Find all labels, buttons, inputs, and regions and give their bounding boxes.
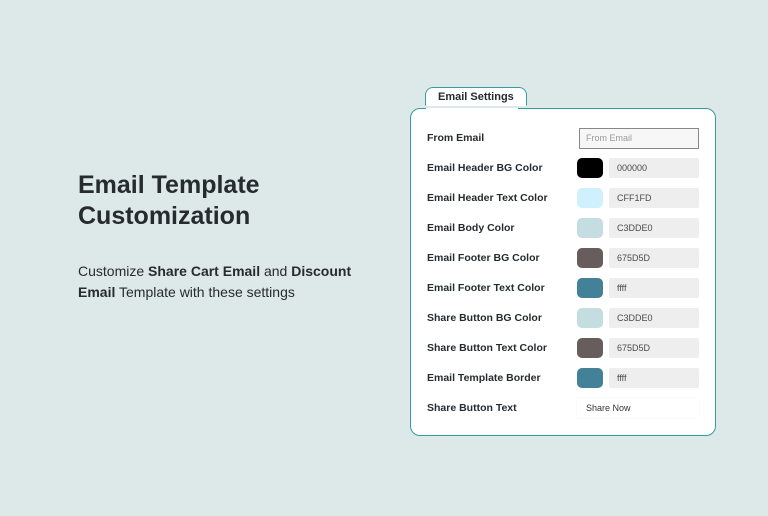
label-button-text: Share Button Text bbox=[427, 402, 577, 414]
label-header-bg: Email Header BG Color bbox=[427, 162, 577, 174]
title-line-2: Customization bbox=[78, 202, 250, 230]
row-header-bg: Email Header BG Color 000000 bbox=[427, 155, 699, 181]
swatch-header-bg[interactable] bbox=[577, 158, 603, 178]
page-subtext: Customize Share Cart Email and Discount … bbox=[78, 261, 358, 303]
tab-mask bbox=[426, 108, 518, 110]
title-line-1: Email Template bbox=[78, 171, 260, 199]
swatch-border[interactable] bbox=[577, 368, 603, 388]
value-border[interactable]: ffff bbox=[609, 368, 699, 388]
label-footer-bg: Email Footer BG Color bbox=[427, 252, 577, 264]
row-footer-text: Email Footer Text Color ffff bbox=[427, 275, 699, 301]
swatch-share-text[interactable] bbox=[577, 338, 603, 358]
value-share-bg[interactable]: C3DDE0 bbox=[609, 308, 699, 328]
row-header-text: Email Header Text Color CFF1FD bbox=[427, 185, 699, 211]
intro-block: Email Template Customization Customize S… bbox=[78, 170, 358, 303]
swatch-footer-text[interactable] bbox=[577, 278, 603, 298]
value-footer-text[interactable]: ffff bbox=[609, 278, 699, 298]
row-from-email: From Email bbox=[427, 125, 699, 151]
label-footer-text: Email Footer Text Color bbox=[427, 282, 577, 294]
email-settings-panel: Email Settings From Email Email Header B… bbox=[410, 108, 716, 436]
row-border: Email Template Border ffff bbox=[427, 365, 699, 391]
label-body: Email Body Color bbox=[427, 222, 577, 234]
row-share-bg: Share Button BG Color C3DDE0 bbox=[427, 305, 699, 331]
label-header-text: Email Header Text Color bbox=[427, 192, 577, 204]
swatch-share-bg[interactable] bbox=[577, 308, 603, 328]
value-share-text[interactable]: 675D5D bbox=[609, 338, 699, 358]
value-header-bg[interactable]: 000000 bbox=[609, 158, 699, 178]
share-button-text-input[interactable]: Share Now bbox=[577, 398, 699, 418]
from-email-input[interactable] bbox=[579, 128, 699, 149]
row-footer-bg: Email Footer BG Color 675D5D bbox=[427, 245, 699, 271]
row-share-text: Share Button Text Color 675D5D bbox=[427, 335, 699, 361]
label-share-text: Share Button Text Color bbox=[427, 342, 577, 354]
value-body[interactable]: C3DDE0 bbox=[609, 218, 699, 238]
label-from-email: From Email bbox=[427, 132, 579, 144]
row-body: Email Body Color C3DDE0 bbox=[427, 215, 699, 241]
label-border: Email Template Border bbox=[427, 372, 577, 384]
row-button-text: Share Button Text Share Now bbox=[427, 395, 699, 421]
value-footer-bg[interactable]: 675D5D bbox=[609, 248, 699, 268]
label-share-bg: Share Button BG Color bbox=[427, 312, 577, 324]
page-title: Email Template Customization bbox=[78, 170, 358, 233]
swatch-footer-bg[interactable] bbox=[577, 248, 603, 268]
tab-email-settings[interactable]: Email Settings bbox=[425, 87, 527, 106]
swatch-body[interactable] bbox=[577, 218, 603, 238]
swatch-header-text[interactable] bbox=[577, 188, 603, 208]
value-header-text[interactable]: CFF1FD bbox=[609, 188, 699, 208]
